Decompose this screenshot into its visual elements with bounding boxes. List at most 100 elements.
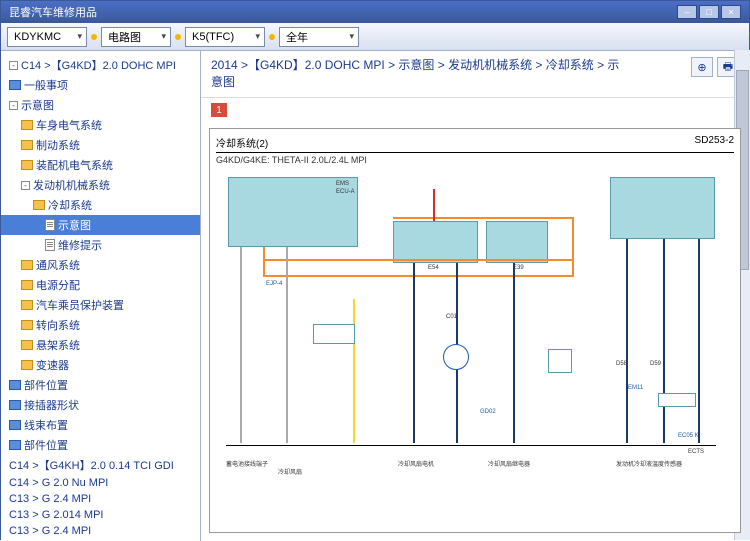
tree-label: 通风系统: [36, 257, 80, 273]
tree-item[interactable]: -C14 >【G4KD】2.0 DOHC MPI: [1, 55, 200, 75]
separator-dot: [269, 34, 275, 40]
page-icon: [45, 219, 55, 231]
wiring-schematic[interactable]: EMS ECU-A E54 E39 EJP-4: [218, 169, 732, 524]
book-icon: [9, 420, 21, 430]
relay-block-2: [486, 221, 548, 263]
folder-icon: [21, 300, 33, 310]
separator-dot: [91, 34, 97, 40]
expand-icon[interactable]: -: [21, 181, 30, 190]
tree-item[interactable]: 通风系统: [1, 255, 200, 275]
window-controls: – □ ×: [677, 5, 741, 19]
year-dropdown[interactable]: 全年: [279, 27, 359, 47]
tree-label: C14 >【G4KH】2.0 0.14 TCI GDI: [9, 457, 174, 473]
tree-label: 装配机电气系统: [36, 157, 113, 173]
tree-label: C14 >【G4KD】2.0 DOHC MPI: [21, 57, 176, 73]
tree-item[interactable]: 变速器: [1, 355, 200, 375]
diagram-subtitle: G4KD/G4KE: THETA-II 2.0L/2.4L MPI: [216, 155, 734, 165]
tree-label: C14 > G 2.0 Nu MPI: [9, 477, 108, 489]
relay-block-1: [393, 221, 478, 263]
tree-item[interactable]: 电源分配: [1, 275, 200, 295]
page-tabs: 1: [201, 98, 749, 120]
tree-label: 冷却系统: [48, 197, 92, 213]
book-icon: [9, 400, 21, 410]
tree-label: 电源分配: [36, 277, 80, 293]
ecu-block: [228, 177, 358, 247]
motor-symbol: [443, 344, 469, 370]
tree-label: 示意图: [21, 97, 54, 113]
tree-label: 转向系统: [36, 317, 80, 333]
book-icon: [9, 80, 21, 90]
tree-item[interactable]: 制动系统: [1, 135, 200, 155]
tree-item[interactable]: C14 >【G4KH】2.0 0.14 TCI GDI: [1, 455, 200, 475]
book-icon: [9, 440, 21, 450]
tree-item[interactable]: 部件位置: [1, 375, 200, 395]
connector-box: [548, 349, 572, 373]
folder-icon: [21, 260, 33, 270]
tree-label: 部件位置: [24, 437, 68, 453]
tree-item[interactable]: C13 > G 2.014 MPI: [1, 507, 200, 523]
brand-dropdown[interactable]: KDYKMC: [7, 27, 87, 47]
page-icon: [45, 239, 55, 251]
tree-label: 一般事项: [24, 77, 68, 93]
tree-label: 线束布置: [24, 417, 68, 433]
tree-item[interactable]: 转向系统: [1, 315, 200, 335]
tree-item[interactable]: 一般事项: [1, 75, 200, 95]
tree-item[interactable]: -示意图: [1, 95, 200, 115]
tree-item[interactable]: 示意图: [1, 215, 200, 235]
book-icon: [9, 380, 21, 390]
tree-label: 示意图: [58, 217, 91, 233]
tree-item[interactable]: 冷却系统: [1, 195, 200, 215]
tree-label: 悬架系统: [36, 337, 80, 353]
tree-item[interactable]: 汽车乘员保护装置: [1, 295, 200, 315]
expand-icon[interactable]: -: [9, 61, 18, 70]
tree-item[interactable]: C13 > G 2.4 MPI: [1, 491, 200, 507]
folder-icon: [21, 140, 33, 150]
tree-item[interactable]: 线束布置: [1, 415, 200, 435]
tree-label: 接插器形状: [24, 397, 79, 413]
diagram-code: SD253-2: [695, 135, 734, 150]
tree-label: 汽车乘员保护装置: [36, 297, 124, 313]
tree-label: 发动机机械系统: [33, 177, 110, 193]
diagram-title: 冷却系统(2): [216, 135, 268, 150]
tree-label: 车身电气系统: [36, 117, 102, 133]
sensor-block: [610, 177, 715, 239]
folder-icon: [21, 160, 33, 170]
tree-label: C13 > G 2.4 MPI: [9, 493, 91, 505]
tab-1[interactable]: 1: [211, 103, 227, 117]
tree-item[interactable]: -发动机机械系统: [1, 175, 200, 195]
tree-item[interactable]: 接插器形状: [1, 395, 200, 415]
navigation-tree[interactable]: -C14 >【G4KD】2.0 DOHC MPI一般事项-示意图车身电气系统制动…: [1, 51, 201, 541]
minimize-button[interactable]: –: [677, 5, 697, 19]
breadcrumb-path: 2014 >【G4KD】2.0 DOHC MPI > 示意图 > 发动机机械系统…: [211, 57, 631, 91]
toolbar: KDYKMC 电路图 K5(TFC) 全年: [1, 23, 749, 51]
umc-box: [658, 393, 696, 407]
folder-icon: [21, 280, 33, 290]
window-title: 昆睿汽车维修用品: [9, 4, 97, 20]
diagram-panel: 冷却系统(2) SD253-2 G4KD/G4KE: THETA-II 2.0L…: [209, 128, 741, 533]
folder-icon: [33, 200, 45, 210]
breadcrumb-bar: 2014 >【G4KD】2.0 DOHC MPI > 示意图 > 发动机机械系统…: [201, 51, 749, 98]
close-button[interactable]: ×: [721, 5, 741, 19]
zoom-button[interactable]: ⊕: [691, 57, 713, 77]
callout-box: [313, 324, 355, 344]
expand-icon[interactable]: -: [9, 101, 18, 110]
tree-item[interactable]: 车身电气系统: [1, 115, 200, 135]
tree-item[interactable]: 部件位置: [1, 435, 200, 455]
tree-label: 制动系统: [36, 137, 80, 153]
folder-icon: [21, 120, 33, 130]
tree-item[interactable]: 装配机电气系统: [1, 155, 200, 175]
tree-label: C13 > G 2.014 MPI: [9, 509, 103, 521]
separator-dot: [175, 34, 181, 40]
folder-icon: [21, 320, 33, 330]
tree-label: C13 > G 2.4 MPI: [9, 525, 91, 537]
category-dropdown[interactable]: 电路图: [101, 27, 171, 47]
tree-item[interactable]: C14 > G 2.0 Nu MPI: [1, 475, 200, 491]
model-dropdown[interactable]: K5(TFC): [185, 27, 265, 47]
maximize-button[interactable]: □: [699, 5, 719, 19]
tree-label: 维修提示: [58, 237, 102, 253]
tree-item[interactable]: 悬架系统: [1, 335, 200, 355]
tree-item[interactable]: C13 > G 2.4 MPI: [1, 523, 200, 539]
tree-item[interactable]: 维修提示: [1, 235, 200, 255]
folder-icon: [21, 340, 33, 350]
folder-icon: [21, 360, 33, 370]
